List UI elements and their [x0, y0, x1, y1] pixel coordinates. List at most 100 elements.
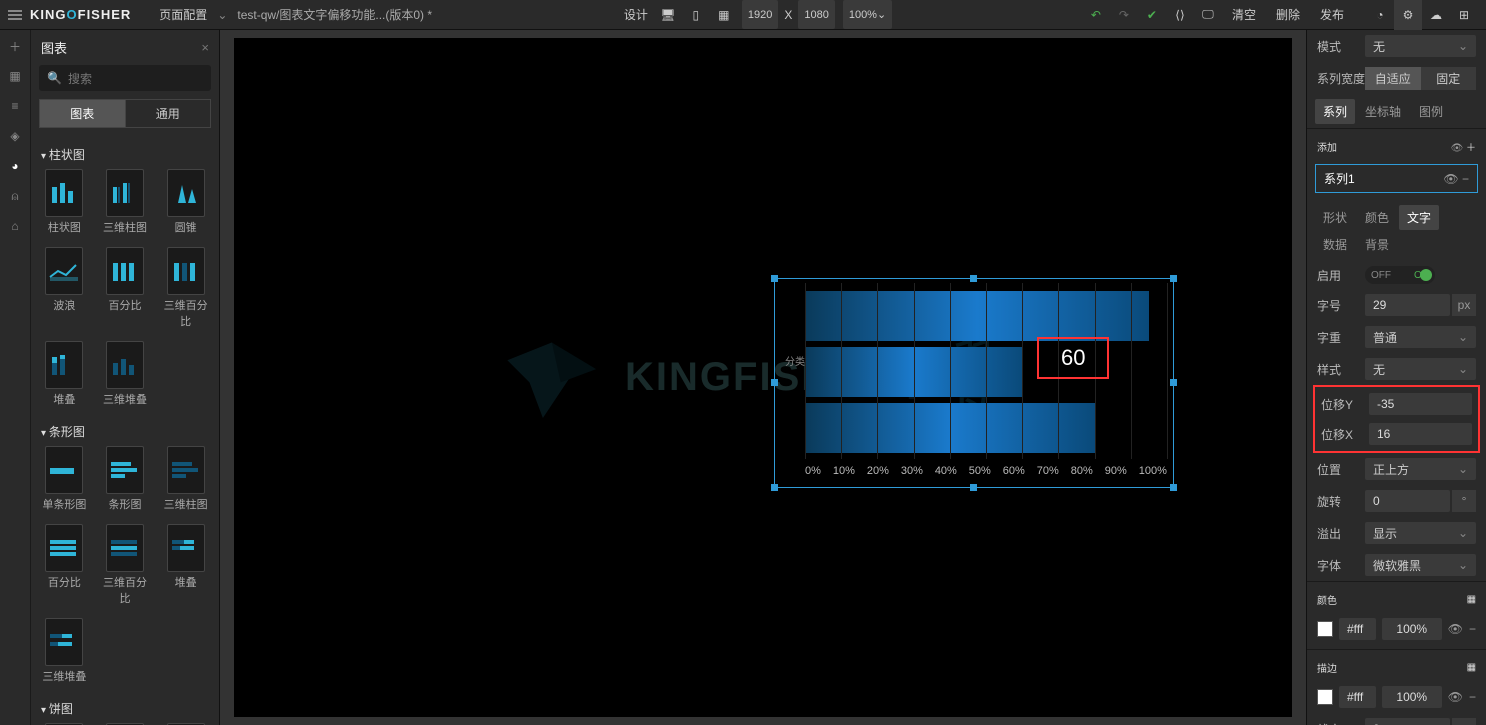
cloud-icon[interactable]: ☁ — [1422, 0, 1450, 30]
fontsize-input[interactable]: 29 — [1365, 294, 1450, 316]
redo-icon[interactable]: ↷ — [1110, 0, 1138, 30]
tab-data[interactable]: 数据 — [1315, 232, 1355, 257]
rail-home-icon[interactable]: ⌂ — [7, 218, 23, 234]
color-opacity[interactable]: 100% — [1382, 618, 1442, 640]
canvas-height[interactable]: 1080 — [798, 0, 834, 29]
preview-icon[interactable]: 🖵 — [1194, 0, 1222, 30]
stroke-opacity[interactable]: 100% — [1382, 686, 1442, 708]
clear-button[interactable]: 清空 — [1222, 0, 1266, 29]
minus-icon[interactable]: − — [1462, 172, 1469, 186]
x-tick: 50% — [969, 465, 991, 477]
style-select[interactable]: 无 — [1365, 358, 1476, 380]
enable-switch[interactable]: OFFON — [1365, 266, 1435, 284]
chart-thumb[interactable] — [45, 524, 83, 572]
publish-button[interactable]: 发布 — [1310, 0, 1354, 29]
stroke-hex[interactable]: #fff — [1339, 686, 1376, 708]
close-icon[interactable]: × — [201, 40, 209, 55]
rail-pie-icon[interactable]: ◕ — [7, 158, 23, 174]
font-select[interactable]: 微软雅黑 — [1365, 554, 1476, 576]
align-icon[interactable]: ▯ — [682, 0, 710, 29]
tab-series[interactable]: 系列 — [1315, 99, 1355, 124]
x-tick: 10% — [833, 465, 855, 477]
minus-icon[interactable]: − — [1469, 622, 1476, 636]
rail-layers-icon[interactable]: ◈ — [7, 128, 23, 144]
minus-icon[interactable]: − — [1469, 690, 1476, 704]
group-pie[interactable]: 饼图 — [37, 694, 213, 723]
canvas-width[interactable]: 1920 — [742, 0, 778, 29]
chart-thumb[interactable] — [167, 446, 205, 494]
chart-thumb[interactable] — [45, 341, 83, 389]
stroke-swatch[interactable] — [1317, 689, 1333, 705]
color-section: 颜色 — [1317, 592, 1337, 607]
chart-thumb[interactable] — [45, 247, 83, 295]
tab-legend[interactable]: 图例 — [1411, 99, 1451, 124]
chart-thumb[interactable] — [167, 169, 205, 217]
tab-color[interactable]: 颜色 — [1357, 205, 1397, 230]
grid-icon[interactable]: ▦ — [1467, 594, 1476, 605]
tab-charts[interactable]: 图表 — [39, 99, 126, 128]
design-tab[interactable]: 设计 — [618, 0, 654, 29]
series-width-toggle[interactable]: 自适应 固定 — [1365, 67, 1476, 90]
chart-thumb[interactable] — [106, 169, 144, 217]
menu-icon[interactable] — [8, 10, 22, 20]
selection-box[interactable]: 分类 60 0%10%20%30%40%50%60%70%80%90%100% — [774, 278, 1174, 488]
color-swatch[interactable] — [1317, 621, 1333, 637]
overflow-select[interactable]: 显示 — [1365, 522, 1476, 544]
grid-icon[interactable]: ▦ — [1467, 662, 1476, 673]
chart-thumb[interactable] — [45, 618, 83, 666]
check-icon[interactable]: ✔ — [1138, 0, 1166, 30]
group-strip[interactable]: 条形图 — [37, 417, 213, 446]
canvas[interactable]: KINGFISHER | 翠鸟 分类 60 0%10%20%30%40%50%6… — [220, 30, 1306, 725]
grid-icon[interactable]: ▦ — [710, 0, 738, 29]
offsetx-input[interactable]: 16 — [1369, 423, 1472, 445]
linewidth-input[interactable]: 0 — [1365, 718, 1450, 725]
page-config-button[interactable]: 页面配置 — [149, 0, 217, 29]
search-input[interactable]: 🔍 搜索 — [39, 65, 211, 91]
tab-bg[interactable]: 背景 — [1357, 232, 1397, 257]
gauge-icon[interactable]: ◔ — [1366, 0, 1394, 30]
rail-list-icon[interactable]: ≡ — [7, 98, 23, 114]
plus-icon[interactable]: ＋ — [1466, 143, 1476, 154]
chart-thumb[interactable] — [106, 341, 144, 389]
data-label-highlight: 60 — [1037, 337, 1109, 379]
chart-thumb[interactable] — [106, 247, 144, 295]
tab-axis[interactable]: 坐标轴 — [1357, 99, 1409, 124]
chevron-down-icon[interactable]: ⌄ — [217, 8, 227, 22]
bar-chart[interactable]: 分类 60 — [805, 283, 1167, 459]
chart-thumb[interactable] — [167, 247, 205, 295]
overflow-label: 溢出 — [1317, 525, 1365, 542]
search-placeholder: 搜索 — [68, 70, 92, 87]
puzzle-icon[interactable]: ⊞ — [1450, 0, 1478, 30]
tab-text[interactable]: 文字 — [1399, 205, 1439, 230]
series-item[interactable]: 系列1 👁 − — [1315, 164, 1478, 193]
zoom-level[interactable]: 100% ⌄ — [843, 0, 892, 29]
color-hex[interactable]: #fff — [1339, 618, 1376, 640]
monitor-icon[interactable]: 🖥 — [654, 0, 682, 29]
eye-icon[interactable]: 👁 — [1443, 172, 1458, 186]
rail-camera-icon[interactable]: ⍝ — [7, 188, 23, 204]
unit-deg: ° — [1452, 490, 1476, 512]
rail-add-icon[interactable]: ＋ — [7, 38, 23, 54]
tab-shape[interactable]: 形状 — [1315, 205, 1355, 230]
mode-select[interactable]: 无 — [1365, 35, 1476, 57]
eye-icon[interactable]: 👁 — [1451, 143, 1464, 154]
gear-icon[interactable]: ⚙ — [1394, 0, 1422, 30]
rotate-input[interactable]: 0 — [1365, 490, 1450, 512]
eye-icon[interactable]: 👁 — [1448, 690, 1463, 704]
code-icon[interactable]: ⟨⟩ — [1166, 0, 1194, 30]
tab-common[interactable]: 通用 — [126, 99, 212, 128]
offsety-input[interactable]: -35 — [1369, 393, 1472, 415]
undo-icon[interactable]: ↶ — [1082, 0, 1110, 30]
position-label: 位置 — [1317, 461, 1365, 478]
chart-thumb[interactable] — [106, 524, 144, 572]
position-select[interactable]: 正上方 — [1365, 458, 1476, 480]
weight-select[interactable]: 普通 — [1365, 326, 1476, 348]
eye-icon[interactable]: 👁 — [1448, 622, 1463, 636]
chart-thumb[interactable] — [45, 169, 83, 217]
rail-grid-icon[interactable]: ▦ — [7, 68, 23, 84]
delete-button[interactable]: 删除 — [1266, 0, 1310, 29]
chart-thumb[interactable] — [45, 446, 83, 494]
group-bar[interactable]: 柱状图 — [37, 140, 213, 169]
chart-thumb[interactable] — [106, 446, 144, 494]
chart-thumb[interactable] — [167, 524, 205, 572]
